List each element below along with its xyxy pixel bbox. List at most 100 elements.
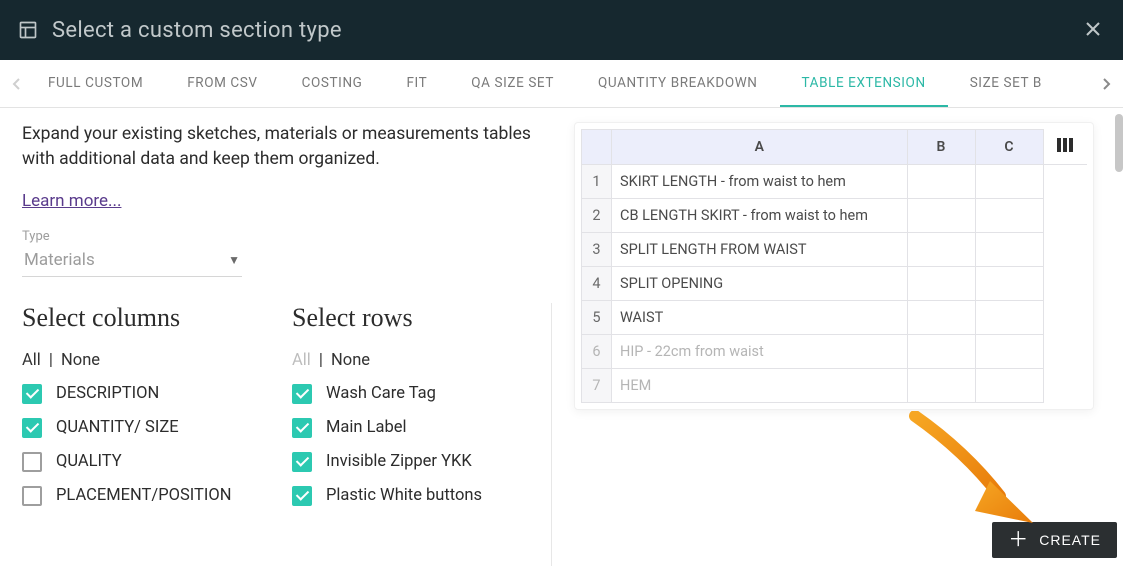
grid-header: A: [612, 130, 908, 165]
table-row: 1SKIRT LENGTH - from waist to hem: [582, 164, 1088, 198]
type-field: Type Materials ▼: [22, 229, 242, 277]
row-label: Plastic White buttons: [326, 486, 482, 505]
column-item: DESCRIPTION: [22, 384, 282, 404]
row-item: Wash Care Tag: [292, 384, 551, 404]
cell-a: SPLIT LENGTH FROM WAIST: [612, 232, 908, 266]
column-label: QUALITY: [56, 452, 122, 471]
footer: ＋ CREATE: [992, 522, 1117, 558]
row-checkbox[interactable]: [292, 418, 312, 438]
cell-c: [975, 164, 1043, 198]
layout-icon: [18, 20, 38, 40]
tabs-bar: FULL CUSTOMFROM CSVCOSTINGFITQA SIZE SET…: [0, 60, 1123, 108]
left-panel: Expand your existing sketches, materials…: [22, 122, 557, 566]
chevron-left-icon[interactable]: [8, 77, 26, 91]
create-button[interactable]: ＋ CREATE: [992, 522, 1117, 558]
cell-a: CB LENGTH SKIRT - from waist to hem: [612, 198, 908, 232]
columns-none-link[interactable]: None: [61, 351, 100, 370]
type-select[interactable]: Materials ▼: [22, 246, 242, 277]
cell-c: [975, 266, 1043, 300]
cell-b: [907, 334, 975, 368]
close-icon[interactable]: [1081, 14, 1105, 46]
grid-header: [582, 130, 612, 165]
column-item: QUALITY: [22, 452, 282, 472]
chevron-down-icon: ▼: [228, 253, 240, 267]
cell-b: [907, 266, 975, 300]
cell-c: [975, 198, 1043, 232]
table-row: 6HIP - 22cm from waist: [582, 334, 1088, 368]
learn-more-link[interactable]: Learn more...: [22, 191, 557, 211]
column-checkbox[interactable]: [22, 418, 42, 438]
rows-all-none: All | None: [292, 351, 551, 370]
grid-header: B: [907, 130, 975, 165]
table-row: 3SPLIT LENGTH FROM WAIST: [582, 232, 1088, 266]
section-type-modal: Select a custom section type FULL CUSTOM…: [0, 0, 1123, 566]
preview-panel: ABC 1SKIRT LENGTH - from waist to hem2CB…: [567, 122, 1101, 566]
row-label: Main Label: [326, 418, 407, 437]
row-number: 6: [582, 334, 612, 368]
row-checkbox[interactable]: [292, 486, 312, 506]
tab-qa-size-set[interactable]: QA SIZE SET: [449, 60, 576, 107]
column-checkbox[interactable]: [22, 384, 42, 404]
row-item: Plastic White buttons: [292, 486, 551, 506]
row-checkbox[interactable]: [292, 452, 312, 472]
row-checkbox[interactable]: [292, 384, 312, 404]
tab-size-set-b[interactable]: SIZE SET B: [948, 60, 1064, 107]
row-label: Invisible Zipper YKK: [326, 452, 472, 471]
cell-b: [907, 300, 975, 334]
cell-a: SKIRT LENGTH - from waist to hem: [612, 164, 908, 198]
cell-b: [907, 232, 975, 266]
tab-full-custom[interactable]: FULL CUSTOM: [26, 60, 165, 107]
columns-icon[interactable]: [1043, 130, 1087, 165]
columns-all-link[interactable]: All: [22, 351, 41, 370]
table-row: 2CB LENGTH SKIRT - from waist to hem: [582, 198, 1088, 232]
columns-all-none: All | None: [22, 351, 282, 370]
cell-b: [907, 198, 975, 232]
create-label: CREATE: [1039, 532, 1101, 548]
tab-fit[interactable]: FIT: [384, 60, 449, 107]
table-row: 7HEM: [582, 368, 1088, 402]
rows-list: Wash Care Tag Main Label Invisible Zipper …: [292, 384, 551, 506]
column-item: PLACEMENT/POSITION: [22, 486, 282, 506]
selects-row: Select columns All | None DESCRIPTION QUA…: [22, 303, 557, 566]
tab-costing[interactable]: COSTING: [280, 60, 385, 107]
cell-c: [975, 368, 1043, 402]
row-number: 4: [582, 266, 612, 300]
column-item: QUANTITY/ SIZE: [22, 418, 282, 438]
rows-none-link[interactable]: None: [331, 351, 370, 370]
rows-heading: Select rows: [292, 303, 551, 333]
column-label: DESCRIPTION: [56, 384, 159, 403]
scrollbar-thumb[interactable]: [1115, 114, 1123, 172]
rows-all-link[interactable]: All: [292, 351, 311, 370]
tab-quantity-breakdown[interactable]: QUANTITY BREAKDOWN: [576, 60, 780, 107]
row-number: 3: [582, 232, 612, 266]
row-number: 1: [582, 164, 612, 198]
cell-a: WAIST: [612, 300, 908, 334]
row-item: Main Label: [292, 418, 551, 438]
tab-table-extension[interactable]: TABLE EXTENSION: [780, 60, 948, 107]
cell-a: SPLIT OPENING: [612, 266, 908, 300]
tab-from-csv[interactable]: FROM CSV: [165, 60, 279, 107]
section-description: Expand your existing sketches, materials…: [22, 122, 552, 173]
cell-c: [975, 334, 1043, 368]
preview-table: ABC 1SKIRT LENGTH - from waist to hem2CB…: [581, 129, 1087, 403]
type-label: Type: [22, 229, 242, 244]
row-label: Wash Care Tag: [326, 384, 436, 403]
row-number: 5: [582, 300, 612, 334]
modal-title: Select a custom section type: [52, 18, 1081, 43]
cell-c: [975, 300, 1043, 334]
columns-heading: Select columns: [22, 303, 282, 333]
columns-panel: Select columns All | None DESCRIPTION QUA…: [22, 303, 282, 566]
columns-list: DESCRIPTION QUANTITY/ SIZE QUALITY PLACEMEN…: [22, 384, 282, 506]
column-checkbox[interactable]: [22, 486, 42, 506]
rows-panel: Select rows All | None Wash Care Tag Main…: [292, 303, 552, 566]
grid-header: C: [975, 130, 1043, 165]
cell-b: [907, 164, 975, 198]
cell-a: HIP - 22cm from waist: [612, 334, 908, 368]
table-row: 5WAIST: [582, 300, 1088, 334]
chevron-right-icon[interactable]: [1097, 77, 1115, 91]
column-label: QUANTITY/ SIZE: [56, 418, 179, 437]
row-item: Invisible Zipper YKK: [292, 452, 551, 472]
row-number: 2: [582, 198, 612, 232]
cell-a: HEM: [612, 368, 908, 402]
column-checkbox[interactable]: [22, 452, 42, 472]
